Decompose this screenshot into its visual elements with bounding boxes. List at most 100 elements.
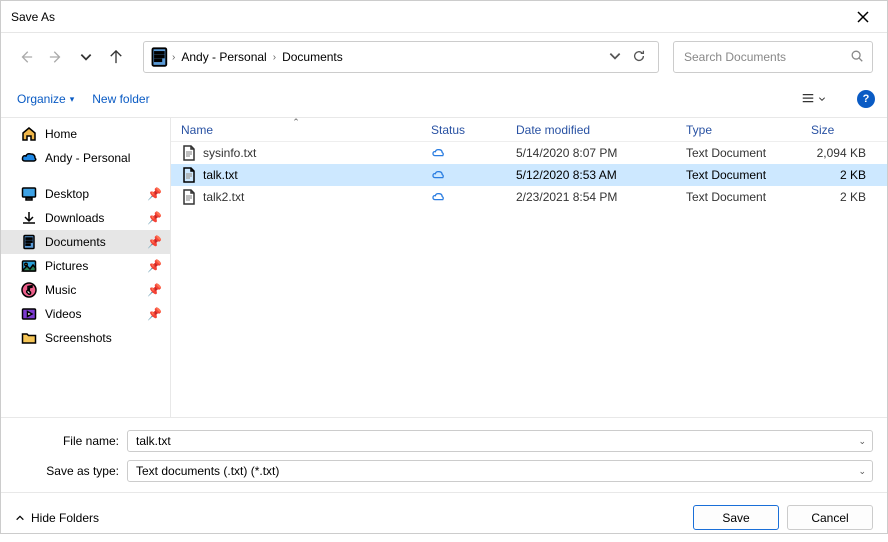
new-folder-button[interactable]: New folder [92, 92, 149, 106]
organize-menu[interactable]: Organize ▾ [17, 92, 74, 106]
file-size: 2 KB [801, 168, 876, 182]
chevron-down-icon[interactable]: ⌄ [854, 466, 866, 477]
sidebar-item-home[interactable]: Home [1, 122, 170, 146]
toolbar: Organize ▾ New folder ? [1, 81, 887, 117]
chevron-down-icon [818, 95, 826, 103]
sidebar-item-label: Documents [45, 235, 139, 249]
cloud-icon [431, 168, 445, 182]
recent-dropdown[interactable] [75, 46, 97, 68]
column-name[interactable]: Name⌃ [171, 118, 421, 141]
back-button[interactable] [15, 46, 37, 68]
close-button[interactable] [843, 2, 883, 32]
text-file-icon [181, 145, 197, 161]
sidebar-item-label: Andy - Personal [45, 151, 162, 165]
documents-location-icon [150, 47, 170, 67]
sidebar-item-label: Pictures [45, 259, 139, 273]
file-type: Text Document [676, 146, 801, 160]
file-list: Name⌃ Status Date modified Type Size sys… [171, 118, 887, 417]
column-type[interactable]: Type [676, 118, 801, 141]
refresh-icon [632, 49, 646, 63]
chevron-up-icon [15, 513, 25, 523]
filename-input[interactable] [134, 433, 854, 449]
breadcrumb-history-dropdown[interactable] [608, 49, 622, 66]
videos-icon [21, 306, 37, 322]
help-button[interactable]: ? [857, 90, 875, 108]
sidebar-item-pictures[interactable]: Pictures 📌 [1, 254, 170, 278]
save-fields: File name: ⌄ Save as type: ⌄ [1, 417, 887, 484]
filename-label: File name: [15, 434, 127, 448]
save-button[interactable]: Save [693, 505, 779, 530]
arrow-up-icon [109, 50, 123, 64]
file-name: sysinfo.txt [203, 146, 256, 160]
filename-combo[interactable]: ⌄ [127, 430, 873, 452]
column-headers: Name⌃ Status Date modified Type Size [171, 118, 887, 142]
file-row[interactable]: talk2.txt2/23/2021 8:54 PMText Document2… [171, 186, 887, 208]
arrow-right-icon [49, 50, 63, 64]
sidebar-item-videos[interactable]: Videos 📌 [1, 302, 170, 326]
title-bar: Save As [1, 1, 887, 33]
pictures-icon [21, 258, 37, 274]
sidebar-item-label: Music [45, 283, 139, 297]
sidebar-item-desktop[interactable]: Desktop 📌 [1, 182, 170, 206]
search-box[interactable] [673, 41, 873, 73]
cancel-button[interactable]: Cancel [787, 505, 873, 530]
file-row[interactable]: sysinfo.txt 5/14/2020 8:07 PMText Documen… [171, 142, 887, 164]
sidebar-item-music[interactable]: Music 📌 [1, 278, 170, 302]
pin-icon: 📌 [147, 187, 162, 201]
column-status[interactable]: Status [421, 118, 506, 141]
hide-folders-toggle[interactable]: Hide Folders [15, 511, 99, 525]
music-icon [21, 282, 37, 298]
saveastype-value[interactable] [134, 463, 854, 479]
breadcrumb-sep-icon: › [273, 52, 276, 63]
window-title: Save As [11, 10, 843, 24]
forward-button[interactable] [45, 46, 67, 68]
file-date: 5/14/2020 8:07 PM [506, 146, 676, 160]
search-input[interactable] [682, 49, 850, 65]
chevron-down-icon [79, 50, 93, 64]
sidebar-item-documents[interactable]: Documents 📌 [1, 230, 170, 254]
sidebar-item-label: Screenshots [45, 331, 162, 345]
body: Home Andy - Personal Desktop 📌 Downloads… [1, 117, 887, 417]
file-size: 2,094 KB [801, 146, 876, 160]
sort-asc-icon: ⌃ [292, 117, 300, 128]
saveastype-combo[interactable]: ⌄ [127, 460, 873, 482]
breadcrumb[interactable]: › Andy - Personal › Documents [143, 41, 659, 73]
sidebar-item-screenshots[interactable]: Screenshots [1, 326, 170, 350]
pin-icon: 📌 [147, 211, 162, 225]
close-icon [857, 11, 869, 23]
chevron-down-icon[interactable]: ⌄ [854, 436, 866, 447]
file-rows: sysinfo.txt 5/14/2020 8:07 PMText Documen… [171, 142, 887, 417]
folder-icon [21, 330, 37, 346]
refresh-button[interactable] [632, 49, 646, 66]
column-date[interactable]: Date modified [506, 118, 676, 141]
sidebar-item-downloads[interactable]: Downloads 📌 [1, 206, 170, 230]
text-file-icon [181, 189, 197, 205]
file-name: talk.txt [203, 168, 238, 182]
up-button[interactable] [105, 46, 127, 68]
view-menu[interactable] [795, 87, 831, 111]
sidebar-item-label: Desktop [45, 187, 139, 201]
arrow-left-icon [19, 50, 33, 64]
organize-label: Organize [17, 92, 66, 106]
desktop-icon [21, 186, 37, 202]
file-type: Text Document [676, 168, 801, 182]
search-icon [850, 49, 864, 66]
cloud-icon [431, 146, 445, 160]
chevron-down-icon [608, 49, 622, 63]
saveastype-label: Save as type: [15, 464, 127, 478]
sidebar: Home Andy - Personal Desktop 📌 Downloads… [1, 118, 171, 417]
breadcrumb-seg-2[interactable]: Documents [278, 48, 347, 66]
cloud-icon [431, 190, 445, 204]
breadcrumb-sep-icon: › [172, 52, 175, 63]
sidebar-item-label: Videos [45, 307, 139, 321]
pin-icon: 📌 [147, 307, 162, 321]
chevron-down-icon: ▾ [70, 94, 75, 105]
sidebar-item-label: Home [45, 127, 162, 141]
sidebar-item-onedrive[interactable]: Andy - Personal [1, 146, 170, 170]
breadcrumb-seg-1[interactable]: Andy - Personal [177, 48, 270, 66]
column-size[interactable]: Size [801, 118, 876, 141]
file-row[interactable]: talk.txt5/12/2020 8:53 AMText Document2 … [171, 164, 887, 186]
sidebar-item-label: Downloads [45, 211, 139, 225]
file-date: 2/23/2021 8:54 PM [506, 190, 676, 204]
pin-icon: 📌 [147, 283, 162, 297]
